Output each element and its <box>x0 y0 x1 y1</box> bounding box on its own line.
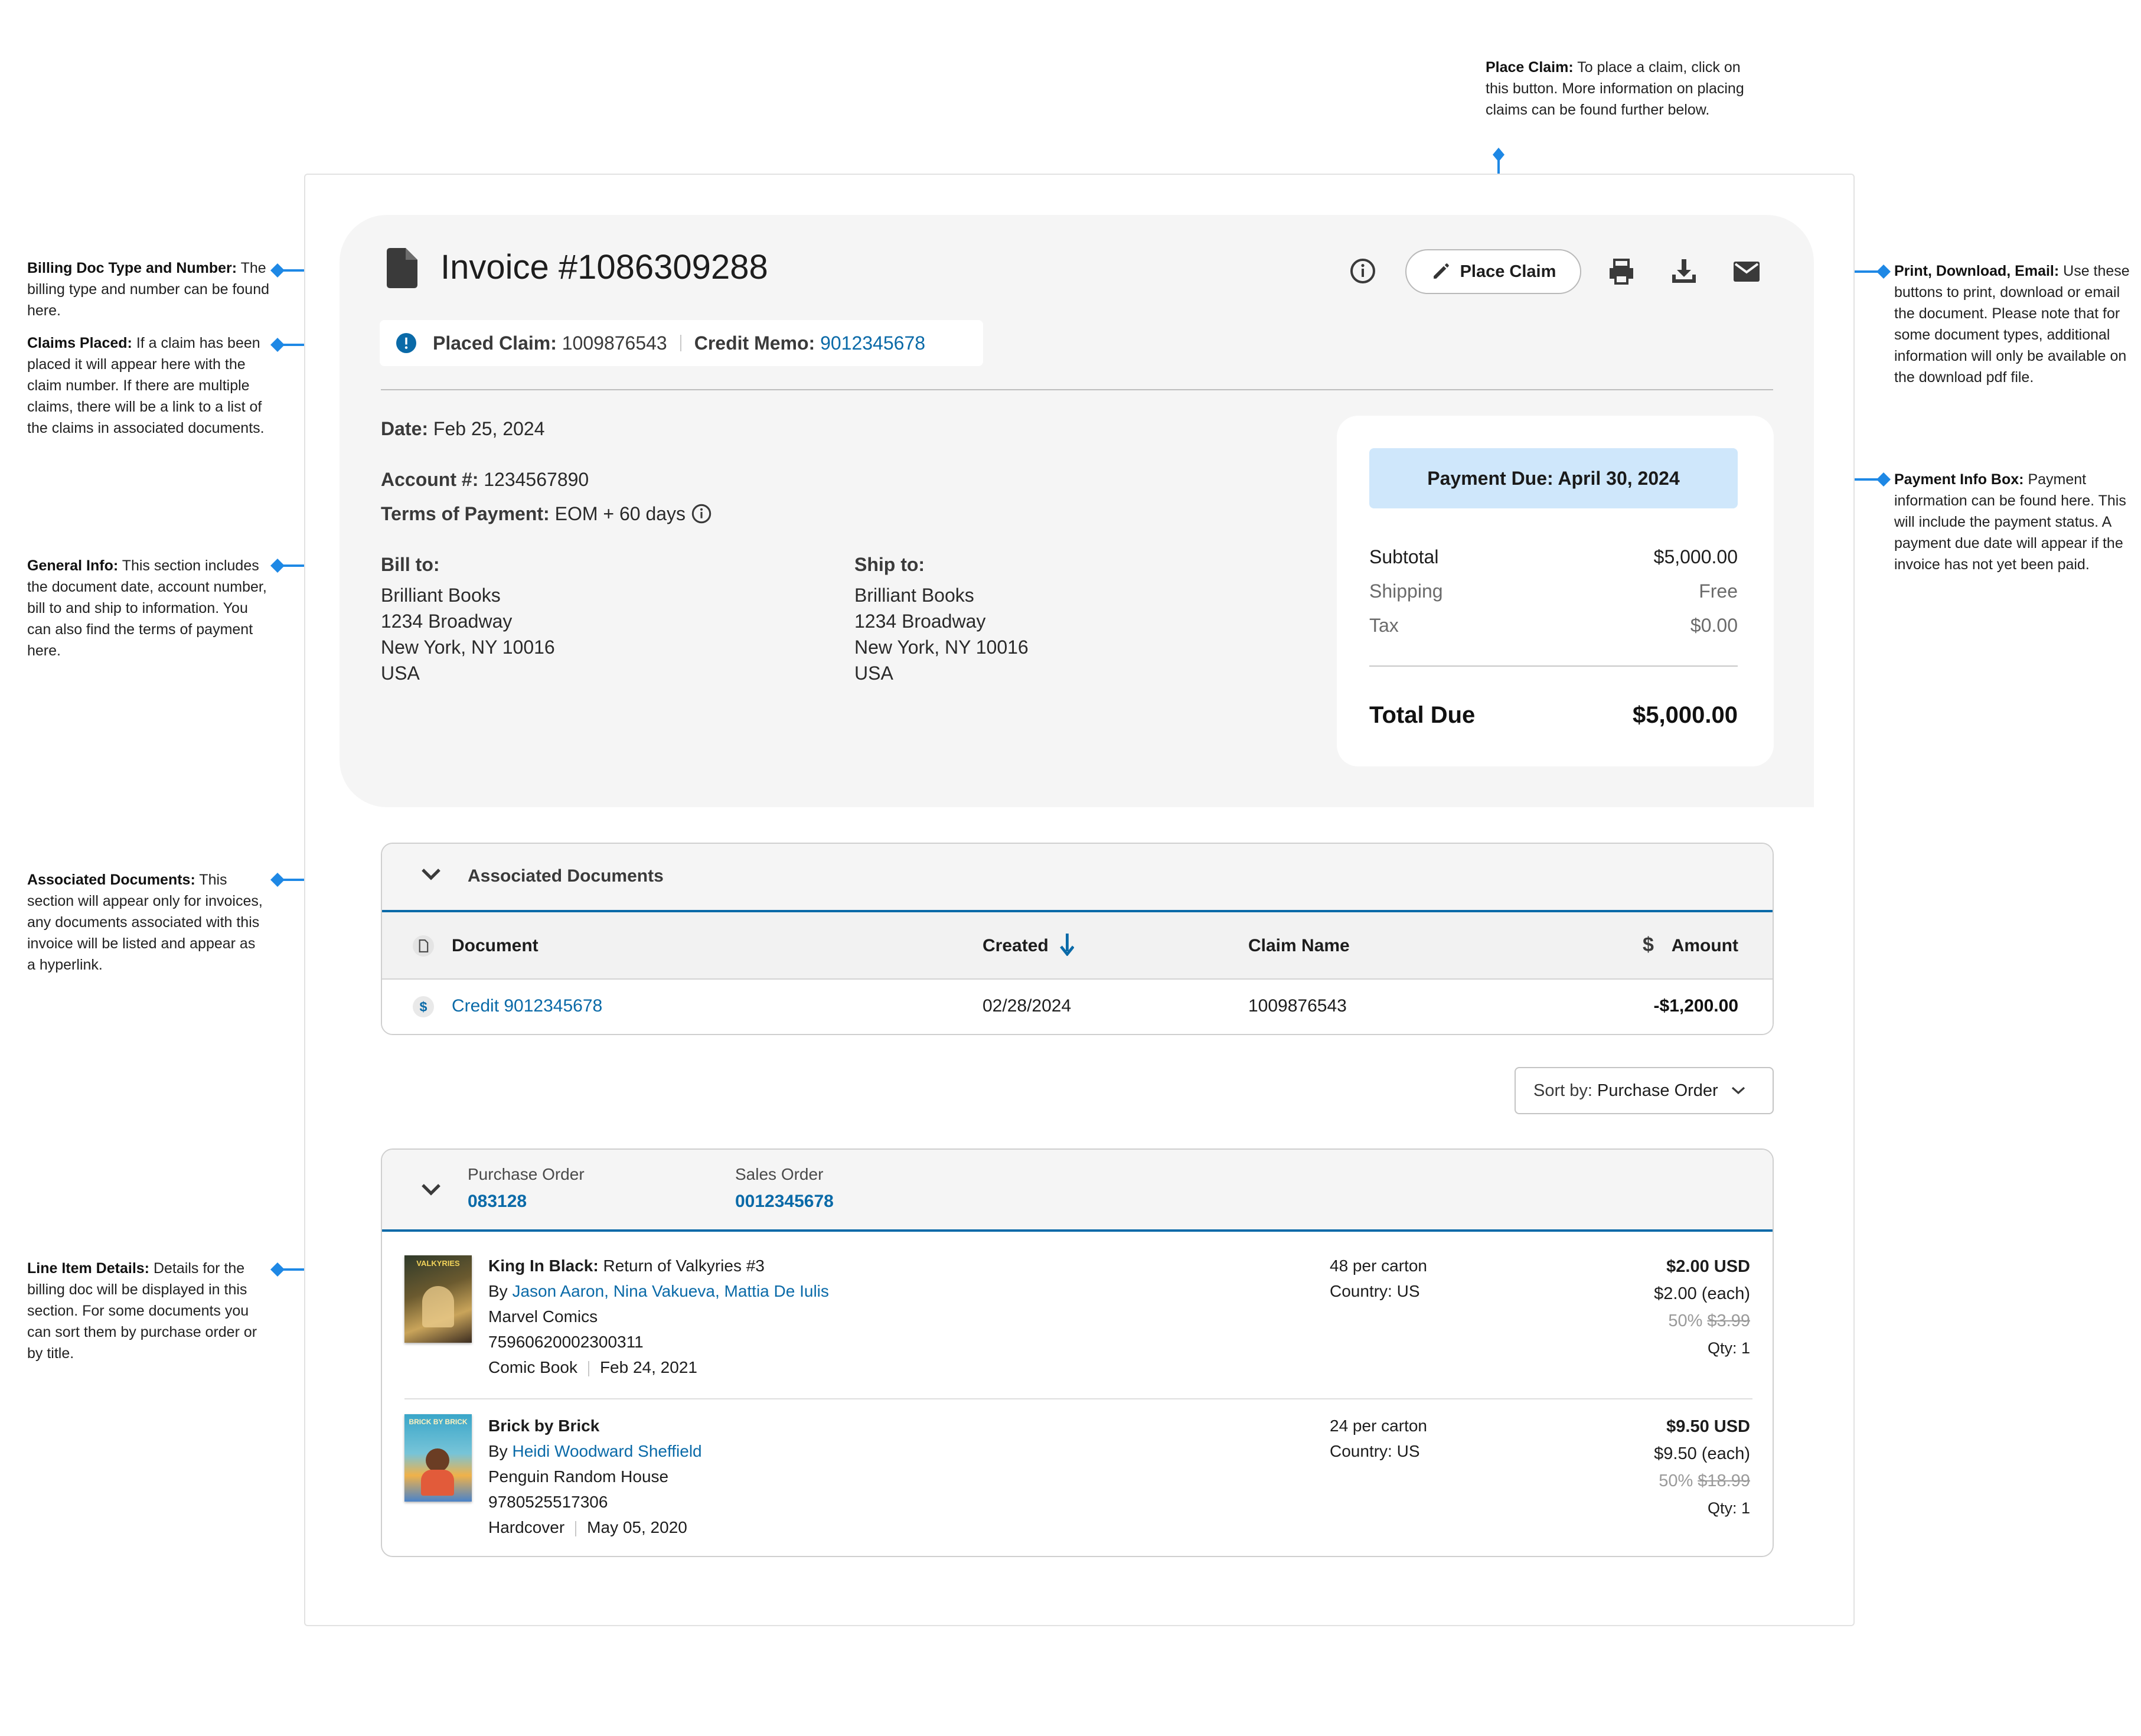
place-claim-button[interactable]: Place Claim <box>1405 249 1581 294</box>
book-cover-image[interactable]: BRICK BY BRICK <box>404 1414 472 1502</box>
invoice-title: Invoice #1086309288 <box>440 248 768 286</box>
annotation-place-claim: Place Claim: To place a claim, click on … <box>1486 59 1744 118</box>
sales-order-link[interactable]: 0012345678 <box>735 1192 834 1212</box>
associated-documents-card: Associated Documents Document Created Cl… <box>381 843 1774 1035</box>
item-carton: 48 per carton Country: US <box>1330 1257 1427 1300</box>
purchase-order-link[interactable]: 083128 <box>468 1192 527 1212</box>
print-icon[interactable] <box>1605 255 1638 288</box>
isbn: 75960620002300311 <box>488 1333 644 1351</box>
isbn: 9780525517306 <box>488 1493 608 1511</box>
annotation-payment-info: Payment Info Box: Payment information ca… <box>1894 471 2126 573</box>
pencil-icon <box>1431 262 1451 282</box>
table-row: $ Credit 9012345678 02/28/2024 100987654… <box>382 980 1773 1034</box>
associated-documents-title: Associated Documents <box>468 866 664 886</box>
annotation-print-download-email: Print, Download, Email: Use these button… <box>1894 263 2130 386</box>
credit-memo-label: Credit Memo: <box>694 332 815 354</box>
chevron-down-icon[interactable] <box>420 867 442 885</box>
publisher: Penguin Random House <box>488 1467 669 1486</box>
account-row: Account #: 1234567890 <box>381 469 589 490</box>
dollar-icon: $ <box>413 996 434 1020</box>
row-claim-name: 1009876543 <box>1248 996 1347 1016</box>
cover-text: BRICK BY BRICK <box>409 1418 468 1426</box>
general-info: Date: Feb 25, 2024 Account #: 1234567890… <box>381 416 712 527</box>
payment-due-banner: Payment Due: April 30, 2024 <box>1369 448 1738 508</box>
list-item: VALKYRIES King In Black: Return of Valky… <box>382 1232 1773 1391</box>
bill-to: Bill to: Brilliant Books 1234 Broadway N… <box>381 554 555 684</box>
sort-dropdown[interactable]: Sort by: Purchase Order <box>1515 1067 1774 1114</box>
terms-row: Terms of Payment: EOM + 60 days <box>381 501 712 527</box>
total-due-label: Total Due <box>1369 702 1476 728</box>
column-created[interactable]: Created <box>983 936 1049 956</box>
chevron-down-icon[interactable] <box>420 1183 442 1200</box>
cover-text: VALKYRIES <box>416 1259 460 1268</box>
purchase-order-label: Purchase Order <box>468 1165 585 1183</box>
annotation-line-items: Line Item Details: Details for the billi… <box>27 1260 257 1362</box>
payment-divider <box>1369 665 1738 667</box>
list-item: BRICK BY BRICK Brick by Brick By Heidi W… <box>382 1399 1773 1556</box>
payment-summary: Subtotal $5,000.00 Shipping Free Tax $0.00 <box>1369 546 1738 636</box>
credit-memo-link[interactable]: 9012345678 <box>820 332 925 354</box>
author-links[interactable]: Jason Aaron, Nina Vakueva, Mattia De Iul… <box>512 1282 828 1300</box>
author-links[interactable]: Heidi Woodward Sheffield <box>512 1442 701 1460</box>
divider <box>680 335 681 351</box>
download-icon[interactable] <box>1667 255 1701 288</box>
claims-bar: Placed Claim: 1009876543 Credit Memo: 90… <box>380 320 983 366</box>
dollar-icon: $ <box>1643 934 1654 956</box>
ship-to: Ship to: Brilliant Books 1234 Broadway N… <box>854 554 1029 684</box>
item-title: King In Black: <box>488 1257 599 1275</box>
column-claim-name[interactable]: Claim Name <box>1248 936 1350 956</box>
header-divider <box>381 389 1773 390</box>
item-details: King In Black: Return of Valkyries #3 By… <box>488 1257 829 1376</box>
book-cover-image[interactable]: VALKYRIES <box>404 1255 472 1343</box>
associated-documents-header[interactable]: Associated Documents <box>382 844 1773 912</box>
item-price: $2.00 USD $2.00 (each) 50% $3.99 Qty: 1 <box>1654 1257 1750 1357</box>
alert-icon <box>396 333 416 353</box>
credit-document-link[interactable]: Credit 9012345678 <box>452 996 602 1016</box>
sort-arrow-icon[interactable] <box>1060 932 1075 959</box>
row-created: 02/28/2024 <box>983 996 1072 1016</box>
item-carton: 24 per carton Country: US <box>1330 1417 1427 1460</box>
item-price: $9.50 USD $9.50 (each) 50% $18.99 Qty: 1 <box>1654 1417 1750 1517</box>
info-icon[interactable] <box>1347 256 1378 286</box>
info-icon[interactable] <box>691 504 712 524</box>
place-claim-label: Place Claim <box>1460 262 1556 281</box>
associated-table-header: Document Created Claim Name $ Amount <box>382 912 1773 980</box>
document-icon <box>413 935 434 960</box>
column-document[interactable]: Document <box>452 936 538 956</box>
annotation-claims-placed: Claims Placed: If a claim has been place… <box>27 335 265 436</box>
sort-label: Sort by: <box>1533 1081 1592 1100</box>
publisher: Marvel Comics <box>488 1307 598 1326</box>
total-due-value: $5,000.00 <box>1633 702 1738 728</box>
line-items-card: Purchase Order 083128 Sales Order 001234… <box>381 1148 1774 1557</box>
chevron-down-icon <box>1731 1086 1745 1095</box>
row-amount: -$1,200.00 <box>1653 996 1738 1016</box>
placed-claim-value: 1009876543 <box>562 332 667 354</box>
annotation-billing-doc: Billing Doc Type and Number: The billing… <box>27 260 270 319</box>
sales-order-label: Sales Order <box>735 1165 824 1183</box>
item-details: Brick by Brick By Heidi Woodward Sheffie… <box>488 1417 702 1536</box>
order-group-header[interactable]: Purchase Order 083128 Sales Order 001234… <box>382 1150 1773 1232</box>
payment-info-box: Payment Due: April 30, 2024 Subtotal $5,0… <box>1337 416 1774 766</box>
annotation-general-info: General Info: This section includes the … <box>27 557 267 659</box>
annotation-associated-documents: Associated Documents: This section will … <box>27 872 263 973</box>
placed-claim-label: Placed Claim: <box>433 332 557 354</box>
svg-text:$: $ <box>419 999 427 1014</box>
column-amount[interactable]: Amount <box>1672 936 1738 956</box>
item-title: Brick by Brick <box>488 1417 600 1435</box>
document-icon <box>387 248 417 291</box>
email-icon[interactable] <box>1730 255 1763 288</box>
sort-value: Purchase Order <box>1597 1081 1718 1100</box>
date-row: Date: Feb 25, 2024 <box>381 418 545 439</box>
